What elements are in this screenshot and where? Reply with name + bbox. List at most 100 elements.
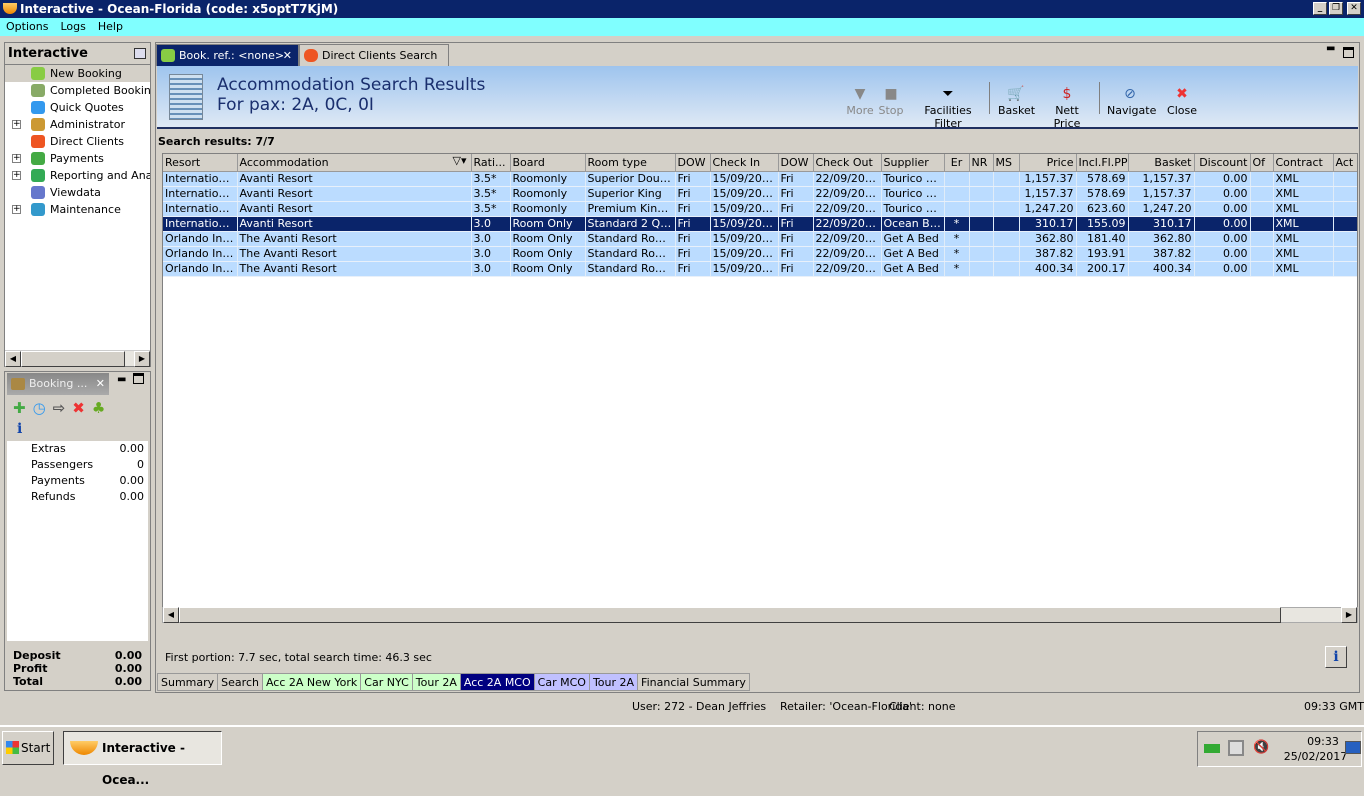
info-icon[interactable]: i bbox=[17, 421, 22, 437]
column-header-check-in[interactable]: Check In bbox=[710, 154, 779, 172]
column-header-discount[interactable]: Discount bbox=[1194, 154, 1251, 172]
table-row[interactable]: International DriveAvanti Resort3.5*Room… bbox=[163, 186, 1357, 202]
bottom-tab-search[interactable]: Search bbox=[218, 673, 263, 691]
cart-arrow-icon[interactable]: ⇨ bbox=[53, 399, 73, 417]
table-row[interactable]: Orlando InternationalThe Avanti Resort3.… bbox=[163, 261, 1357, 277]
network-card-icon[interactable] bbox=[1204, 744, 1220, 753]
clock-time[interactable]: 09:33 bbox=[1293, 735, 1353, 748]
expand-icon[interactable]: + bbox=[12, 171, 21, 180]
column-header-ms[interactable]: MS bbox=[993, 154, 1020, 172]
collapse-icon[interactable] bbox=[134, 48, 146, 59]
scroll-thumb[interactable] bbox=[179, 607, 1281, 623]
tab-booking[interactable]: Book. ref.: <none> ✕ bbox=[156, 44, 299, 66]
column-header-dow[interactable]: DOW bbox=[675, 154, 711, 172]
more-button[interactable]: ▼ More bbox=[846, 84, 874, 117]
tab-direct-clients-search[interactable]: Direct Clients Search bbox=[299, 44, 449, 66]
menu-options[interactable]: Options bbox=[0, 20, 54, 33]
clock-icon bbox=[31, 101, 45, 114]
column-header-rati-[interactable]: Rati... bbox=[471, 154, 511, 172]
table-row[interactable]: International DriveAvanti Resort3.5*Room… bbox=[163, 171, 1357, 187]
toolbar-label: More bbox=[846, 104, 874, 117]
delete-icon[interactable]: ✖ bbox=[72, 399, 92, 417]
nav-item-new-booking[interactable]: New Booking bbox=[5, 65, 150, 82]
close-button[interactable]: ✖ Close bbox=[1166, 84, 1198, 117]
booking-panel-tab[interactable]: Booking ... ✕ bbox=[7, 373, 109, 395]
minimize-panel-icon[interactable]: ▬ bbox=[117, 374, 126, 385]
menu-logs[interactable]: Logs bbox=[54, 20, 91, 33]
expand-icon[interactable]: + bbox=[12, 205, 21, 214]
scroll-right-icon[interactable]: ▶ bbox=[1341, 607, 1357, 623]
column-header-dow[interactable]: DOW bbox=[778, 154, 814, 172]
network-icon[interactable] bbox=[1228, 740, 1244, 756]
expand-icon[interactable]: + bbox=[12, 120, 21, 129]
bottom-tab-summary[interactable]: Summary bbox=[157, 673, 219, 691]
column-header-nr[interactable]: NR bbox=[969, 154, 994, 172]
scroll-left-icon[interactable]: ◀ bbox=[5, 351, 21, 367]
column-header-basket[interactable]: Basket bbox=[1128, 154, 1195, 172]
clock-date[interactable]: 25/02/2017 bbox=[1278, 750, 1353, 763]
minimize-button[interactable]: _ bbox=[1313, 2, 1327, 15]
column-header-room-type[interactable]: Room type bbox=[585, 154, 676, 172]
expand-icon[interactable]: + bbox=[12, 154, 21, 163]
bottom-tab-car-mco[interactable]: Car MCO bbox=[534, 673, 590, 691]
table-row[interactable]: International DriveAvanti Resort3.0Room … bbox=[163, 216, 1357, 232]
minimize-panel-icon[interactable]: ▬ bbox=[1326, 43, 1335, 54]
suitcase-icon bbox=[11, 378, 25, 390]
grid-horizontal-scrollbar[interactable]: ◀ ▶ bbox=[162, 607, 1358, 623]
nav-item-quick-quotes[interactable]: Quick Quotes bbox=[5, 99, 150, 116]
menu-help[interactable]: Help bbox=[92, 20, 129, 33]
nav-item-administrator[interactable]: + Administrator bbox=[5, 116, 150, 133]
taskbar-app-button[interactable]: Interactive - Ocea... bbox=[63, 731, 222, 787]
table-row[interactable]: Orlando InternationalThe Avanti Resort3.… bbox=[163, 246, 1357, 262]
palm-tree-icon[interactable]: ♣ bbox=[92, 399, 112, 417]
column-header-contract[interactable]: Contract bbox=[1273, 154, 1334, 172]
column-header-price[interactable]: Price bbox=[1019, 154, 1077, 172]
nav-item-payments[interactable]: + Payments bbox=[5, 150, 150, 167]
add-icon[interactable]: ✚ bbox=[13, 399, 33, 417]
close-tab-icon[interactable]: ✕ bbox=[96, 373, 105, 395]
scroll-thumb[interactable] bbox=[21, 351, 125, 367]
column-header-resort[interactable]: Resort bbox=[163, 154, 238, 172]
nav-item-viewdata[interactable]: Viewdata bbox=[5, 184, 150, 201]
column-header-incl-fl-pp[interactable]: Incl.Fl.PP bbox=[1076, 154, 1129, 172]
column-header-er[interactable]: Er bbox=[944, 154, 970, 172]
navigate-button[interactable]: ⊘ Navigate bbox=[1107, 84, 1156, 117]
nav-horizontal-scrollbar[interactable]: ◀ ▶ bbox=[5, 350, 150, 367]
restore-button[interactable]: ❐ bbox=[1329, 2, 1343, 15]
bottom-tab-car-nyc[interactable]: Car NYC bbox=[361, 673, 413, 691]
column-header-check-out[interactable]: Check Out bbox=[813, 154, 882, 172]
bottom-tab-acc-2a-mco[interactable]: Acc 2A MCO bbox=[460, 673, 535, 691]
nav-item-direct-clients[interactable]: Direct Clients bbox=[5, 133, 150, 150]
bottom-tab-acc-2a-new-york[interactable]: Acc 2A New York bbox=[262, 673, 362, 691]
nett-price-button[interactable]: $ Nett Price bbox=[1042, 84, 1092, 130]
filter-icon[interactable]: ▽▾ bbox=[453, 154, 467, 167]
bottom-tab-financial-summary[interactable]: Financial Summary bbox=[638, 673, 750, 691]
clock-icon[interactable]: ◷ bbox=[33, 399, 53, 417]
start-button[interactable]: Start bbox=[2, 731, 54, 765]
info-button[interactable]: i bbox=[1325, 646, 1347, 668]
column-header-act[interactable]: Act bbox=[1333, 154, 1357, 172]
column-header-accommodation[interactable]: Accommodation ▽▾ bbox=[237, 154, 472, 172]
table-row[interactable]: International DriveAvanti Resort3.5*Room… bbox=[163, 201, 1357, 217]
bottom-tab-tour-2a[interactable]: Tour 2A bbox=[412, 673, 461, 691]
scroll-right-icon[interactable]: ▶ bbox=[134, 351, 150, 367]
column-header-of[interactable]: Of bbox=[1250, 154, 1274, 172]
maximize-panel-icon[interactable] bbox=[133, 373, 144, 384]
scroll-left-icon[interactable]: ◀ bbox=[163, 607, 179, 623]
nav-item-reporting-and-analytics[interactable]: + Reporting and Analytics bbox=[5, 167, 150, 184]
stop-button[interactable]: ■ Stop bbox=[877, 84, 905, 117]
maximize-panel-icon[interactable] bbox=[1343, 47, 1354, 58]
column-header-supplier[interactable]: Supplier bbox=[881, 154, 945, 172]
basket-button[interactable]: 🛒 Basket bbox=[998, 84, 1035, 117]
table-row[interactable]: Orlando InternationalThe Avanti Resort3.… bbox=[163, 231, 1357, 247]
nav-item-maintenance[interactable]: + Maintenance bbox=[5, 201, 150, 218]
bottom-tab-tour-2a[interactable]: Tour 2A bbox=[589, 673, 639, 691]
column-header-board[interactable]: Board bbox=[510, 154, 586, 172]
close-tab-icon[interactable]: ✕ bbox=[283, 45, 292, 67]
close-window-button[interactable]: ✕ bbox=[1347, 2, 1361, 15]
nav-item-completed-bookings[interactable]: Completed Bookings bbox=[5, 82, 150, 99]
facilities-filter-button[interactable]: ⏷ Facilities Filter bbox=[913, 84, 983, 130]
summary-label: Payments bbox=[31, 474, 85, 487]
speaker-muted-icon[interactable]: 🔇 bbox=[1253, 740, 1269, 755]
show-desktop-icon[interactable] bbox=[1345, 741, 1361, 754]
